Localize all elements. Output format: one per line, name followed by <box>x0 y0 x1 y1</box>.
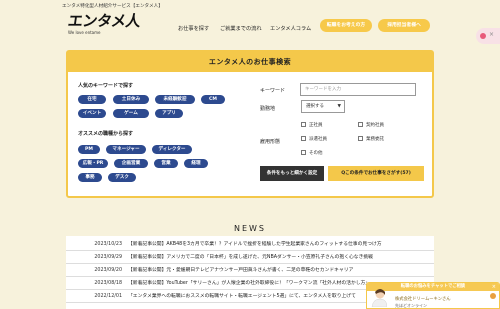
job-search-panel: エンタメ人のお仕事検索 人気のキーワードで探す 在宅 土日休み 未経験歓迎 CM… <box>66 50 434 198</box>
news-item[interactable]: 2023/09/29 【新着記事公開】アメリカで二度の「日本杯」を成し遂げた、元N… <box>66 251 434 264</box>
chat-status: 先ほどオンライン <box>395 303 427 308</box>
employment-checkbox[interactable]: 契約社員 <box>358 122 384 128</box>
area-label: 勤務地 <box>260 106 276 112</box>
keyword-chip[interactable]: 土日休み <box>113 95 149 104</box>
popular-keywords-label: 人気のキーワードで探す <box>78 83 134 89</box>
chat-widget[interactable]: 転職のお悩みをチャットでご相談 × 株式会社ドリームーキンさん 先ほどオンライン <box>366 282 500 309</box>
chevron-down-icon: ▼ <box>337 104 341 109</box>
news-item[interactable]: 2023/09/20 【新着記事公開】元・愛媛朝日テレビアナウンサー戸田眞斗さんが… <box>66 264 434 277</box>
news-item[interactable]: 2023/10/23 【新着記事公開】AKB48を3カ月で卒業！？アイドルで挫折を… <box>66 238 434 251</box>
employment-checkbox[interactable]: 派遣社員 <box>301 136 327 142</box>
role-chip[interactable]: マネージャー <box>106 145 146 154</box>
online-status-icon <box>490 293 496 299</box>
badge-dot-icon <box>480 33 486 39</box>
close-icon[interactable]: × <box>492 283 496 291</box>
nav-column[interactable]: エンタメ人コラム <box>270 25 311 32</box>
employment-type-label: 雇用形態 <box>260 139 281 145</box>
keyword-chip[interactable]: 未経験歓迎 <box>155 95 195 104</box>
cta-job-seeker-button[interactable]: 転職をお考えの方 <box>320 19 372 32</box>
nav-find-jobs[interactable]: お仕事を探す <box>178 25 209 32</box>
news-headline: 【新着記事公開】アメリカで二度の「日本杯」を成し遂げた、元NBAダンサー・小笠原… <box>128 255 373 260</box>
agent-avatar <box>371 289 387 307</box>
role-chip[interactable]: 企画営業 <box>114 159 148 168</box>
role-chip[interactable]: デスク <box>108 173 136 182</box>
role-chip[interactable]: 経理 <box>184 159 208 168</box>
search-submit-button[interactable]: Qこの条件でお仕事をさがす(57) <box>328 166 424 181</box>
keyword-chip[interactable]: ゲーム <box>113 109 149 118</box>
site-logo[interactable]: エンタメ人 We love entame <box>66 12 142 35</box>
news-date: 2023/10/23 <box>94 242 122 247</box>
area-select[interactable]: 選択する ▼ <box>301 100 345 113</box>
news-date: 2022/12/01 <box>94 294 122 299</box>
news-headline: 【新着記事公開】元・愛媛朝日テレビアナウンサー戸田眞斗さんが書く、二足の草鞋のセ… <box>128 268 354 273</box>
news-headline: 【新着記事公開】YouTuber「サリーさん」が人懐企業の社外取締役に！「ワーク… <box>128 281 371 286</box>
logo-text: エンタメ人 <box>66 12 142 30</box>
cta-recruiter-button[interactable]: 採用担当者様へ <box>378 19 430 32</box>
news-date: 2023/09/20 <box>94 268 122 273</box>
keyword-input[interactable]: キーワードを入力 <box>300 83 416 96</box>
news-date: 2023/08/18 <box>94 281 122 286</box>
role-chip[interactable]: PM <box>78 145 100 154</box>
news-headline: 【新着記事公開】AKB48を3カ月で卒業！？アイドルで挫折を経験した学生起業家さ… <box>128 242 382 247</box>
news-title: NEWS <box>233 224 267 233</box>
news-date: 2023/09/29 <box>94 255 122 260</box>
area-select-value: 選択する <box>306 104 324 109</box>
employment-checkbox[interactable]: 正社員 <box>301 122 323 128</box>
recommended-roles-label: オススメの職種から探す <box>78 131 134 137</box>
role-chip[interactable]: ディレクター <box>152 145 192 154</box>
role-chip[interactable]: 広報・PR <box>78 159 108 168</box>
floating-badge[interactable]: × <box>476 28 500 44</box>
site-header: エンタメ特化型人材紹介サービス【エンタメ人】 エンタメ人 We love ent… <box>0 0 500 48</box>
search-panel-title: エンタメ人のお仕事検索 <box>68 52 432 72</box>
keyword-label: キーワード <box>260 88 286 94</box>
keyword-chip[interactable]: アプリ <box>155 109 183 118</box>
role-chip[interactable]: 営業 <box>154 159 178 168</box>
keyword-chip[interactable]: CM <box>201 95 225 104</box>
keyword-chip[interactable]: 在宅 <box>78 95 106 104</box>
advanced-filter-button[interactable]: 条件をもっと細かく設定 <box>260 166 324 181</box>
nav-employment-flow[interactable]: ご就業までの流れ <box>220 25 262 32</box>
close-icon[interactable]: × <box>489 31 494 38</box>
chat-agent-name: 株式会社ドリームーキンさん <box>395 297 451 302</box>
role-chip[interactable]: 事務 <box>78 173 102 182</box>
keyword-chip[interactable]: イベント <box>78 109 106 118</box>
employment-checkbox[interactable]: その他 <box>301 150 323 156</box>
employment-checkbox[interactable]: 業務委託 <box>358 136 384 142</box>
site-tagline: エンタメ特化型人材紹介サービス【エンタメ人】 <box>62 4 163 9</box>
news-headline: 「エンタメ業界への転職におススメの転職サイト・転職エージェント5選」にて、エンタ… <box>128 294 356 299</box>
logo-subtext: We love entame <box>68 30 101 35</box>
